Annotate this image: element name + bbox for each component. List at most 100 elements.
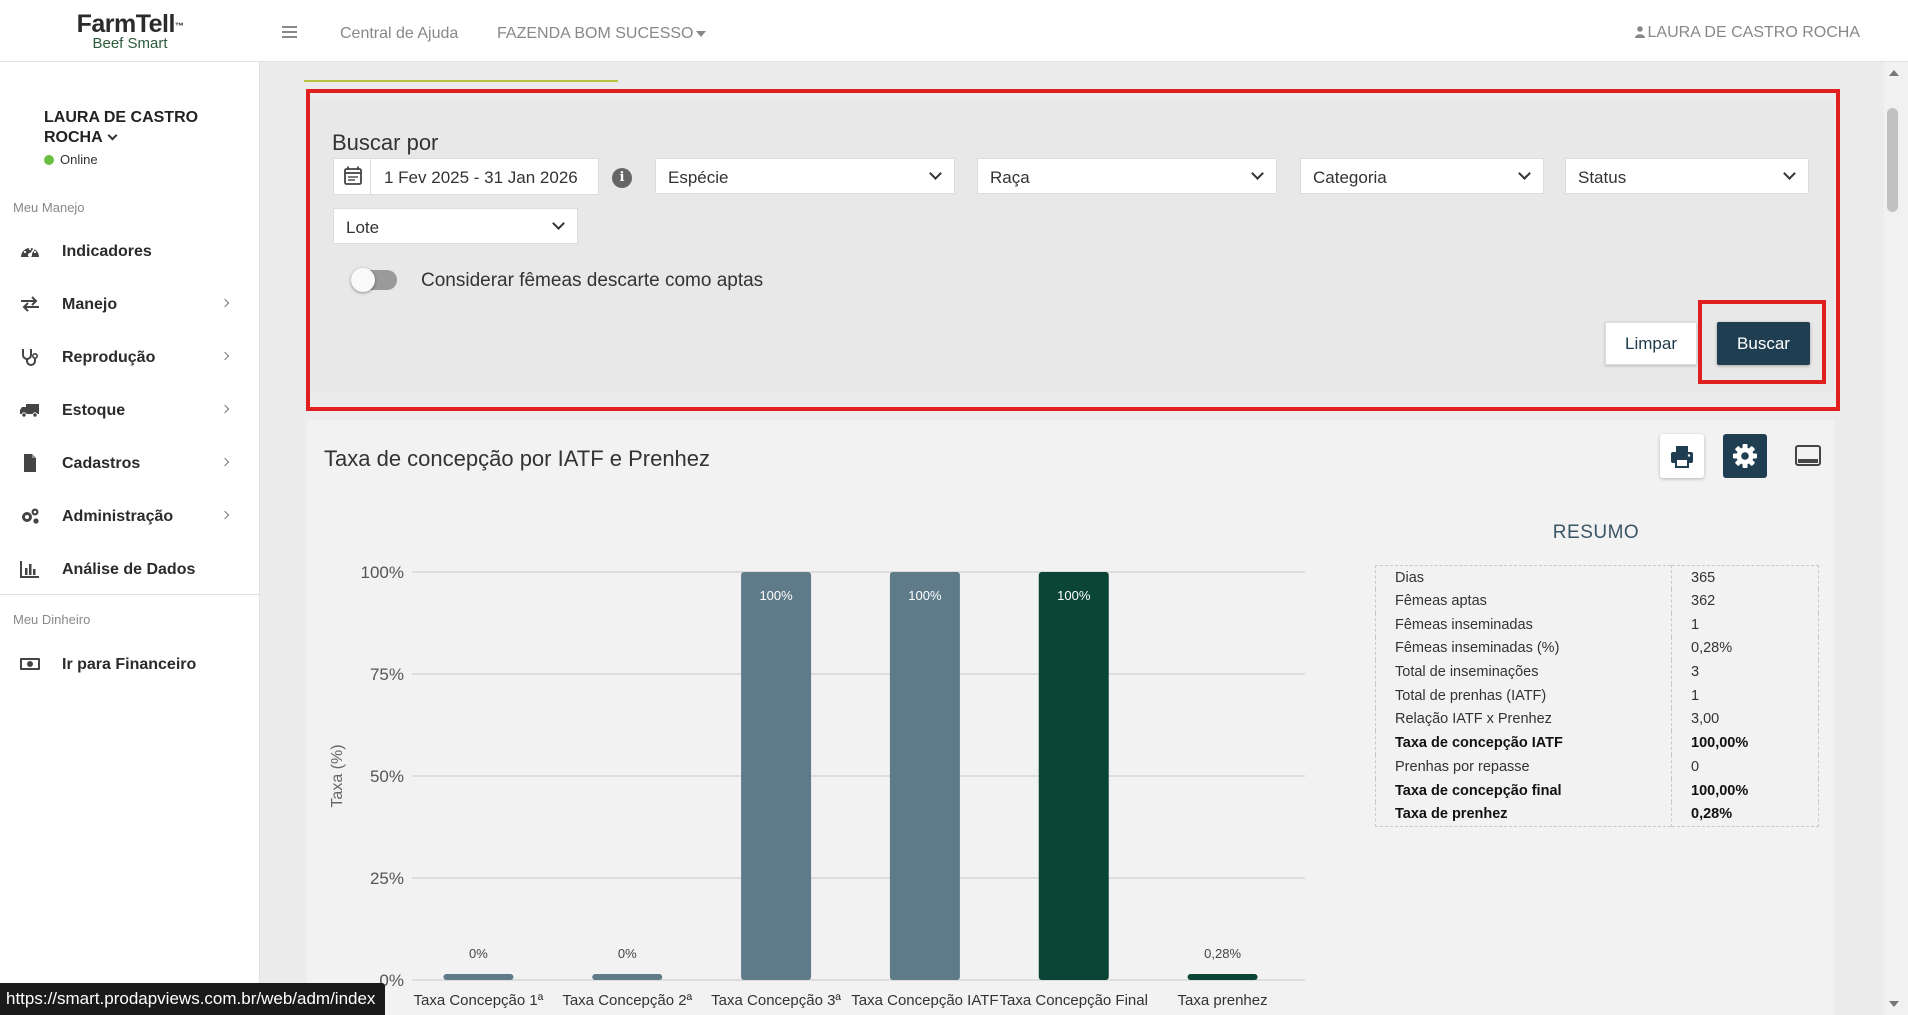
sidebar-divider: [0, 594, 259, 595]
file-icon: [24, 454, 36, 472]
x-tick-label: Taxa Concepção Final: [1000, 992, 1148, 1009]
top-navbar: FarmTell™ Beef Smart Central de Ajuda FA…: [0, 0, 1908, 62]
resumo-title: RESUMO: [1552, 522, 1640, 543]
sidebar-user[interactable]: LAURA DE CASTRO ROCHA Online: [44, 108, 254, 167]
help-center-link[interactable]: Central de Ajuda: [340, 25, 458, 43]
resumo-value: 1: [1691, 616, 1700, 633]
especie-select[interactable]: Espécie: [655, 158, 955, 194]
resumo-row: Dias 365: [1375, 565, 1819, 590]
swap-arrows-icon: [21, 296, 39, 312]
filter-title: Buscar por: [332, 130, 439, 155]
farm-selector-label: FAZENDA BOM SUCESSO: [497, 25, 694, 42]
money-icon: [20, 658, 40, 670]
status-select-value: Status: [1578, 168, 1627, 187]
panel-bottom-icon: [1795, 445, 1821, 466]
resumo-value: 3,00: [1691, 711, 1720, 728]
resumo-row: Prenhas por repasse 0: [1375, 755, 1819, 779]
sidebar-item-label: Indicadores: [62, 243, 152, 260]
resumo-key: Dias: [1375, 565, 1672, 590]
sidebar-item-administracao[interactable]: Administração: [0, 496, 259, 536]
chart-bar: [1187, 974, 1258, 980]
sidebar-item-label: Administração: [62, 508, 174, 525]
y-tick-label: 75%: [370, 665, 404, 684]
resumo-row: Total de inseminações 3: [1375, 660, 1819, 684]
lote-select[interactable]: Lote: [333, 208, 578, 244]
logo-trademark: ™: [174, 21, 184, 31]
stethoscope-icon: [22, 349, 39, 366]
sidebar-item-label: Cadastros: [62, 455, 141, 472]
sidebar-item-financeiro[interactable]: Ir para Financeiro: [0, 644, 259, 684]
scrollbar-thumb[interactable]: [1887, 108, 1898, 212]
calendar-icon: [344, 166, 362, 185]
bar-chart: 0% 25% 50% 75% 100% Taxa (%) 0% Taxa Concepção …: [329, 563, 1305, 1009]
descarte-toggle-label: Considerar fêmeas descarte como aptas: [421, 270, 764, 291]
x-tick-label: Taxa prenhez: [1178, 992, 1268, 1009]
resumo-row: Taxa de prenhez 0,28%: [1375, 802, 1819, 827]
clear-button[interactable]: Limpar: [1605, 322, 1697, 365]
x-tick-label: Taxa Concepção 3ª: [711, 992, 841, 1009]
resumo-row: Fêmeas inseminadas 1: [1375, 612, 1819, 637]
sidebar-item-label: Ir para Financeiro: [62, 656, 197, 673]
logo-brand: FarmTell: [76, 10, 176, 38]
resumo-row: Taxa de concepção final 100,00%: [1375, 778, 1819, 803]
scroll-down-icon[interactable]: [1889, 1001, 1899, 1007]
bar-data-label: 100%: [759, 588, 793, 603]
resumo-value: 3: [1691, 664, 1700, 681]
truck-icon: [20, 404, 39, 418]
user-menu[interactable]: LAURA DE CASTRO ROCHA: [1634, 24, 1860, 42]
search-button[interactable]: Buscar: [1717, 322, 1810, 365]
resumo-row: Relação IATF x Prenhez 3,00: [1375, 707, 1819, 732]
gears-icon: [22, 508, 39, 524]
print-button[interactable]: [1660, 434, 1704, 478]
online-status-dot: [44, 155, 54, 165]
descarte-toggle[interactable]: [351, 268, 397, 292]
farm-selector[interactable]: FAZENDA BOM SUCESSO: [497, 25, 707, 43]
raca-select-value: Raça: [990, 168, 1030, 187]
resumo-key: Taxa de concepção final: [1375, 778, 1672, 803]
resumo-value: 0: [1691, 758, 1700, 775]
calendar-button[interactable]: [334, 159, 371, 194]
sidebar-item-manejo[interactable]: Manejo: [0, 284, 259, 324]
resumo-value: 1: [1691, 687, 1700, 704]
sidebar-item-label: Reprodução: [62, 349, 156, 366]
categoria-select[interactable]: Categoria: [1300, 158, 1544, 194]
sidebar-item-analise-de-dados[interactable]: Análise de Dados: [0, 549, 259, 589]
sidebar-item-label: Estoque: [62, 402, 126, 419]
resumo-value: 0,28%: [1691, 805, 1733, 822]
resumo-row: Fêmeas aptas 362: [1375, 589, 1819, 613]
chevron-right-icon: [220, 298, 230, 308]
sidebar-item-indicadores[interactable]: Indicadores: [0, 231, 259, 271]
raca-select[interactable]: Raça: [977, 158, 1277, 194]
y-tick-label: 25%: [370, 869, 404, 888]
sidebar-item-cadastros[interactable]: Cadastros: [0, 443, 259, 483]
farmtell-logo[interactable]: FarmTell™ Beef Smart: [70, 10, 190, 51]
resumo-row: Fêmeas inseminadas (%) 0,28%: [1375, 636, 1819, 661]
resumo-value: 365: [1691, 569, 1716, 586]
settings-button[interactable]: [1723, 434, 1767, 478]
resumo-key: Fêmeas aptas: [1375, 589, 1672, 613]
date-range-picker[interactable]: 1 Fev 2025 - 31 Jan 2026: [333, 158, 599, 195]
section-meu-manejo: Meu Manejo: [13, 200, 85, 215]
y-tick-label: 100%: [361, 563, 404, 582]
resumo-value: 362: [1691, 593, 1716, 610]
sidebar-item-reproducao[interactable]: Reprodução: [0, 337, 259, 377]
hamburger-menu-icon[interactable]: [282, 26, 297, 38]
status-select[interactable]: Status: [1565, 158, 1809, 194]
scroll-up-icon[interactable]: [1889, 70, 1899, 76]
bar-data-label: 0,28%: [1204, 946, 1241, 961]
bar-data-label: 0%: [469, 946, 488, 961]
toggle-panel-button[interactable]: [1786, 434, 1830, 478]
chevron-down-icon: [929, 167, 942, 180]
resumo-key: Prenhas por repasse: [1375, 755, 1672, 779]
info-icon[interactable]: i: [612, 168, 632, 188]
page-scrollbar[interactable]: [1884, 62, 1908, 1015]
especie-select-value: Espécie: [668, 168, 729, 187]
sidebar-item-estoque[interactable]: Estoque: [0, 390, 259, 430]
resumo-row: Total de prenhas (IATF) 1: [1375, 683, 1819, 708]
resumo-key: Total de prenhas (IATF): [1375, 683, 1672, 708]
printer-icon: [1671, 446, 1693, 468]
chart-bar: [592, 974, 663, 980]
y-tick-label: 50%: [370, 767, 404, 786]
bar-chart-icon: [20, 561, 39, 578]
resumo-row: Taxa de concepção IATF 100,00%: [1375, 731, 1819, 755]
